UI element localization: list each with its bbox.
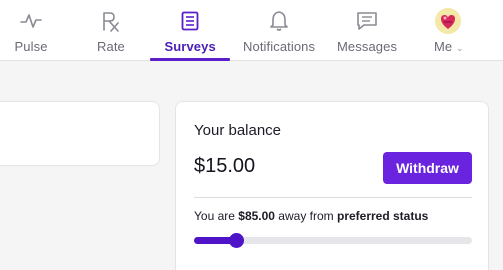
nav-label-surveys: Surveys [164, 39, 216, 54]
top-nav: Pulse Rate Surveys Notifications Message… [0, 0, 503, 61]
nav-label-me: Me ⌄ [434, 39, 464, 54]
bell-icon [267, 9, 291, 33]
nav-label-rate: Rate [97, 39, 125, 54]
progress-handle[interactable] [228, 233, 244, 248]
progress-track [194, 233, 472, 248]
status-target: preferred status [336, 209, 429, 223]
status-text: You are $85.00 away from preferred statu… [194, 209, 429, 223]
active-tab-indicator [150, 58, 230, 61]
chevron-down-icon: ⌄ [455, 43, 464, 53]
withdraw-button[interactable]: Withdraw [383, 152, 472, 184]
balance-card: Your balance $15.00 Withdraw You are $85… [175, 101, 489, 270]
survey-list-icon [178, 9, 202, 33]
nav-item-surveys[interactable]: Surveys [150, 0, 230, 61]
message-icon [355, 9, 379, 33]
pulse-icon [19, 9, 43, 33]
balance-title: Your balance [194, 122, 282, 139]
nav-label-messages: Messages [337, 39, 398, 54]
nav-item-me[interactable]: Me ⌄ [430, 0, 466, 61]
rx-icon [99, 9, 123, 33]
status-amount: $85.00 [238, 209, 275, 223]
nav-item-messages[interactable]: Messages [336, 0, 398, 61]
divider [194, 197, 472, 198]
nav-item-notifications[interactable]: Notifications [240, 0, 318, 61]
left-card [0, 101, 160, 166]
nav-label-notifications: Notifications [243, 39, 316, 54]
nav-item-pulse[interactable]: Pulse [8, 0, 54, 61]
nav-item-rate[interactable]: Rate [88, 0, 134, 61]
avatar [435, 8, 461, 34]
balance-amount: $15.00 [194, 155, 256, 177]
nav-label-pulse: Pulse [14, 39, 48, 54]
